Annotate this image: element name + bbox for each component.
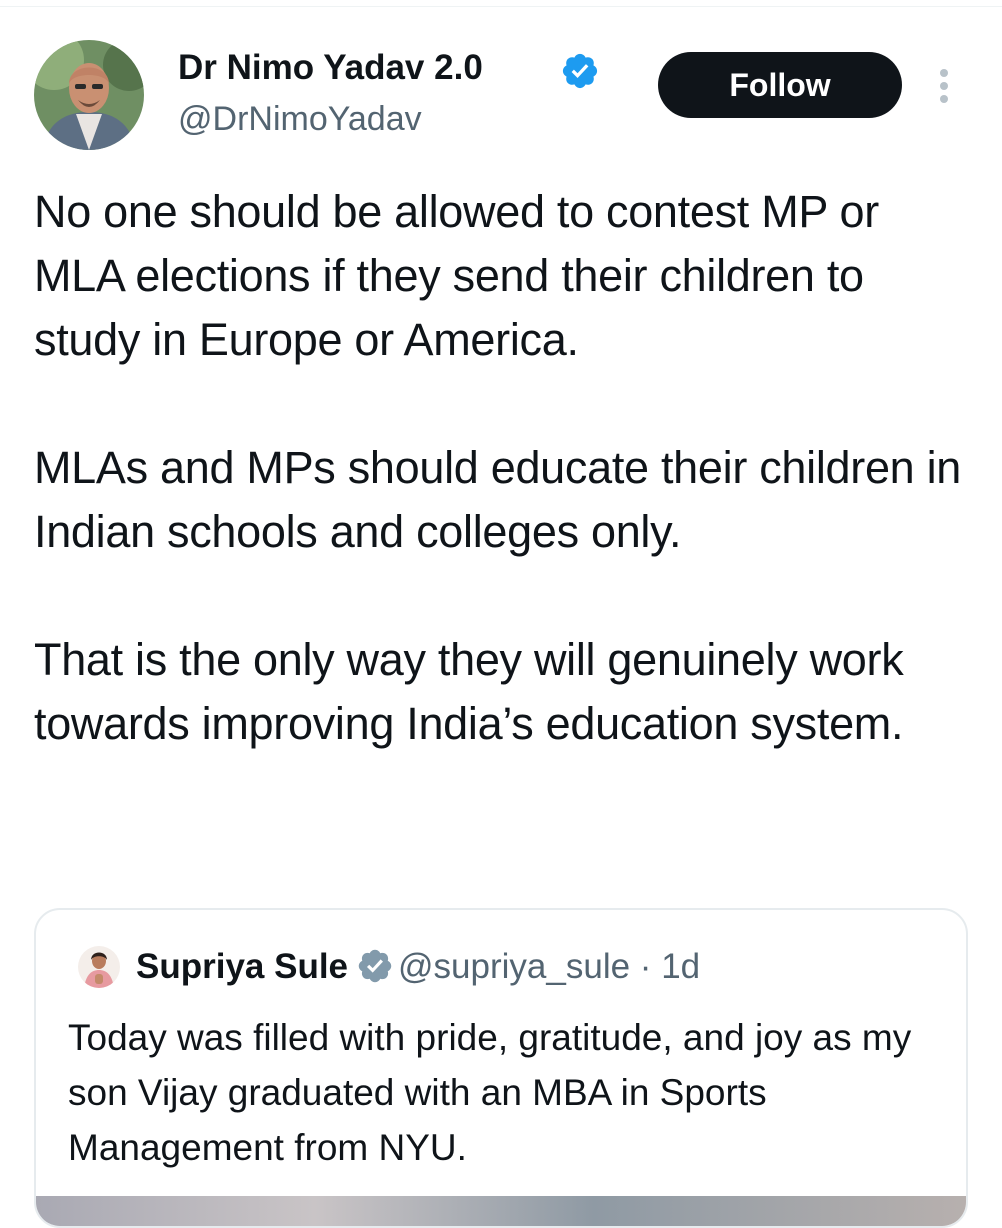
avatar-image [34, 40, 144, 150]
tweet-paragraph: No one should be allowed to contest MP o… [34, 186, 879, 365]
tweet-paragraph: MLAs and MPs should educate their childr… [34, 442, 962, 557]
verified-badge-icon [562, 53, 598, 89]
quoted-tweet-text: Today was filled with pride, gratitude, … [68, 1017, 912, 1168]
quoted-tweet-time[interactable]: 1d [661, 947, 700, 986]
more-vertical-icon[interactable] [934, 66, 954, 106]
follow-button[interactable]: Follow [658, 52, 902, 118]
quoted-tweet-media[interactable] [36, 1196, 966, 1226]
author-name[interactable]: Dr Nimo Yadav 2.0 [178, 46, 483, 90]
tweet-text: No one should be allowed to contest MP o… [34, 180, 974, 820]
quoted-tweet-card[interactable]: Supriya Sule @supriya_sule · 1d Today was… [34, 908, 968, 1228]
quoted-avatar-image [78, 946, 120, 988]
quoted-author-name[interactable]: Supriya Sule [136, 947, 348, 986]
meta-separator: · [639, 947, 652, 986]
top-divider [0, 6, 1002, 7]
quoted-author-handle[interactable]: @supriya_sule [398, 947, 630, 986]
quoted-author-avatar[interactable] [78, 946, 120, 988]
author-handle[interactable]: @DrNimoYadav [178, 98, 422, 140]
author-avatar[interactable] [34, 40, 144, 150]
verified-badge-icon [358, 949, 392, 983]
quoted-tweet-header: Supriya Sule @supriya_sule · 1d [136, 944, 700, 990]
tweet-paragraph: That is the only way they will genuinely… [34, 634, 904, 749]
